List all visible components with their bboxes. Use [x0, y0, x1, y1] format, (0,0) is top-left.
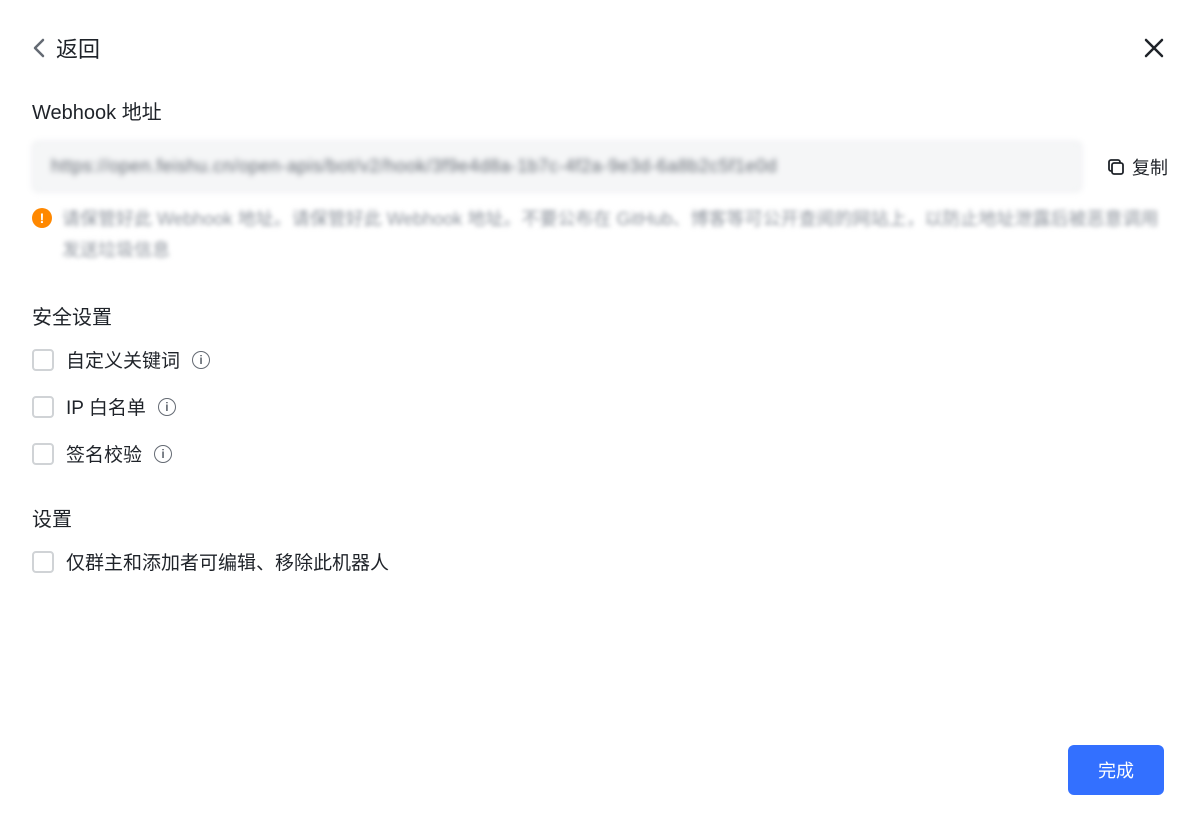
webhook-warning: ! 请保管好此 Webhook 地址。请保管好此 Webhook 地址。不要公布… — [32, 204, 1168, 265]
security-title: 安全设置 — [32, 301, 1168, 330]
security-section: 安全设置 自定义关键词 i IP 白名单 i 签名校验 i — [32, 301, 1168, 467]
only-owner-checkbox[interactable] — [32, 551, 54, 573]
warning-icon: ! — [32, 208, 52, 228]
close-button[interactable] — [1140, 34, 1168, 62]
security-option-keywords: 自定义关键词 i — [32, 346, 1168, 373]
signature-label: 签名校验 — [66, 440, 142, 467]
webhook-section: Webhook 地址 复制 ! 请保管好此 Webhook 地址。请保管好此 W… — [32, 96, 1168, 265]
keywords-label: 自定义关键词 — [66, 346, 180, 373]
signature-checkbox[interactable] — [32, 443, 54, 465]
keywords-checkbox[interactable] — [32, 349, 54, 371]
dialog-footer: 完成 — [1068, 745, 1164, 795]
close-icon — [1143, 37, 1165, 59]
webhook-title: Webhook 地址 — [32, 96, 1168, 125]
back-button[interactable]: 返回 — [32, 32, 100, 64]
security-option-ip-allowlist: IP 白名单 i — [32, 393, 1168, 420]
settings-title: 设置 — [32, 503, 1168, 532]
copy-label: 复制 — [1132, 154, 1168, 180]
copy-icon — [1106, 157, 1126, 177]
settings-section: 设置 仅群主和添加者可编辑、移除此机器人 — [32, 503, 1168, 575]
only-owner-label: 仅群主和添加者可编辑、移除此机器人 — [66, 548, 389, 575]
warning-text: 请保管好此 Webhook 地址。请保管好此 Webhook 地址。不要公布在 … — [62, 204, 1168, 265]
ip-allowlist-label: IP 白名单 — [66, 393, 146, 420]
copy-button[interactable]: 复制 — [1106, 154, 1168, 180]
info-icon[interactable]: i — [154, 445, 172, 463]
webhook-row: 复制 — [32, 141, 1168, 192]
back-label: 返回 — [56, 32, 100, 64]
info-icon[interactable]: i — [158, 398, 176, 416]
settings-option-only-owner: 仅群主和添加者可编辑、移除此机器人 — [32, 548, 1168, 575]
webhook-url-input[interactable] — [32, 141, 1082, 192]
chevron-left-icon — [32, 36, 48, 60]
dialog-header: 返回 — [32, 32, 1168, 64]
info-icon[interactable]: i — [192, 351, 210, 369]
done-button[interactable]: 完成 — [1068, 745, 1164, 795]
ip-allowlist-checkbox[interactable] — [32, 396, 54, 418]
security-option-signature: 签名校验 i — [32, 440, 1168, 467]
